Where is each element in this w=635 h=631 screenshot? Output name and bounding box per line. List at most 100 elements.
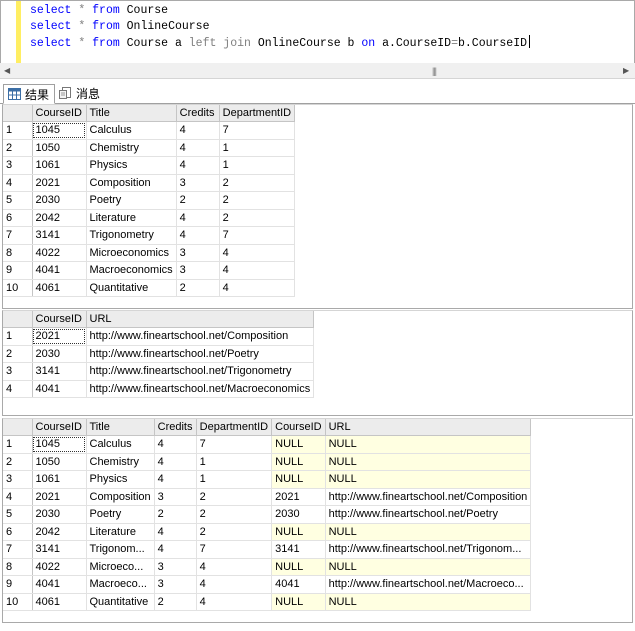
grid-cell[interactable]: 7 [196, 540, 273, 559]
table-row[interactable]: 3 1061 Physics 4 1 NULL NULL [3, 470, 532, 489]
column-header[interactable]: CourseID [32, 105, 87, 122]
grid-cell[interactable]: http://www.fineartschool.net/Poetry [325, 505, 532, 524]
scroll-right-arrow-icon[interactable]: ▶ [623, 66, 629, 75]
grid-cell[interactable]: 4 [196, 575, 273, 594]
grid-cell[interactable]: NULL [271, 523, 326, 541]
grid-cell[interactable]: 1 [219, 156, 296, 175]
grid-cell[interactable]: http://www.fineartschool.net/Composition [325, 488, 532, 506]
sql-editor[interactable]: select * from Course select * from Online… [0, 0, 635, 64]
column-header[interactable]: Credits [176, 105, 220, 122]
row-number-header[interactable] [3, 311, 33, 328]
grid-cell[interactable]: 1045 [32, 121, 87, 140]
table-row[interactable]: 3 1061 Physics 4 1 [3, 156, 296, 175]
grid-cell[interactable]: Chemistry [86, 453, 155, 471]
row-number[interactable]: 3 [3, 362, 33, 381]
column-header[interactable]: Title [86, 419, 155, 436]
grid-cell[interactable]: 1050 [32, 453, 87, 471]
grid-cell[interactable]: 2030 [32, 345, 87, 363]
grid-cell[interactable]: NULL [271, 558, 326, 576]
tab-results[interactable]: 结果 [3, 84, 56, 104]
grid-cell[interactable]: NULL [325, 453, 532, 471]
table-row[interactable]: 10 4061 Quantitative 2 4 NULL NULL [3, 593, 532, 611]
sql-code[interactable]: select * from Course select * from Online… [30, 3, 530, 52]
grid-cell[interactable]: 4022 [32, 244, 87, 262]
grid-cell[interactable]: 4 [219, 261, 296, 280]
table-row[interactable]: 4 2021 Composition 3 2 2021 http://www.fineart… [3, 488, 532, 506]
grid-cell[interactable]: 2 [154, 505, 197, 524]
grid-cell[interactable]: Microeconomics [86, 244, 177, 262]
grid-cell[interactable]: 4022 [32, 558, 87, 576]
grid-cell[interactable]: NULL [325, 470, 532, 489]
row-number[interactable]: 1 [3, 121, 33, 140]
result-grid-left-join[interactable]: CourseID Title Credits DepartmentID Cour… [2, 418, 633, 623]
grid-cell[interactable]: 3 [154, 558, 197, 576]
grid-cell[interactable]: 4061 [32, 593, 87, 611]
table-row[interactable]: 8 4022 Microeco... 3 4 NULL NULL [3, 558, 532, 576]
grid-cell[interactable]: NULL [325, 523, 532, 541]
row-number[interactable]: 9 [3, 261, 33, 280]
grid-cell[interactable]: 3141 [32, 540, 87, 559]
grid-cell[interactable]: 2 [196, 523, 273, 541]
grid-cell[interactable]: Trigonometry [86, 226, 177, 245]
grid-cell[interactable]: 4 [176, 121, 220, 140]
grid-cell[interactable]: NULL [325, 435, 532, 454]
row-number[interactable]: 6 [3, 209, 33, 227]
grid-cell[interactable]: http://www.fineartschool.net/Macroeco... [325, 575, 532, 594]
grid-cell[interactable]: 3141 [271, 540, 326, 559]
grid-cell[interactable]: Quantitative [86, 593, 155, 611]
table-row[interactable]: 1 1045 Calculus 4 7 [3, 121, 296, 140]
grid-cell[interactable]: http://www.fineartschool.net/Trigonom... [325, 540, 532, 559]
grid-cell[interactable]: 2042 [32, 209, 87, 227]
table-row[interactable]: 7 3141 Trigonometry 4 7 [3, 226, 296, 245]
grid-cell[interactable]: 2021 [271, 488, 326, 506]
row-number-header[interactable] [3, 419, 33, 436]
grid-cell[interactable]: 1061 [32, 470, 87, 489]
grid-cell[interactable]: Physics [86, 470, 155, 489]
grid-cell[interactable]: 2 [196, 488, 273, 506]
column-header[interactable]: DepartmentID [219, 105, 296, 122]
column-header[interactable]: CourseID [32, 419, 87, 436]
tab-messages[interactable]: 消息 [55, 84, 105, 102]
table-row[interactable]: 6 2042 Literature 4 2 NULL NULL [3, 523, 532, 541]
grid-cell[interactable]: 2 [219, 209, 296, 227]
row-number[interactable]: 3 [3, 156, 33, 175]
grid-cell[interactable]: 2 [176, 279, 220, 297]
grid-cell[interactable]: 2021 [32, 174, 87, 192]
row-number[interactable]: 5 [3, 505, 33, 524]
grid-cell[interactable]: 2021 [32, 327, 87, 346]
grid-cell[interactable]: 3141 [32, 226, 87, 245]
table-row[interactable]: 6 2042 Literature 4 2 [3, 209, 296, 227]
grid-cell[interactable]: 4 [154, 453, 197, 471]
table-row[interactable]: 4 4041 http://www.fineartschool.net/Macroe… [3, 380, 315, 398]
table-row[interactable]: 4 2021 Composition 3 2 [3, 174, 296, 192]
column-header[interactable]: URL [86, 311, 315, 328]
grid-cell[interactable]: http://www.fineartschool.net/Composition [86, 327, 315, 346]
table-row[interactable]: 9 4041 Macroeconomics 3 4 [3, 261, 296, 280]
row-number[interactable]: 2 [3, 139, 33, 157]
row-number[interactable]: 1 [3, 327, 33, 346]
grid-cell[interactable]: Poetry [86, 191, 177, 210]
table-row[interactable]: 1 2021 http://www.fineartschool.net/Compos… [3, 327, 315, 346]
grid-cell[interactable]: 2042 [32, 523, 87, 541]
result-grid-onlinecourse[interactable]: CourseID URL 1 2021 http://www.fineartscho… [2, 310, 633, 416]
grid-cell[interactable]: 1 [219, 139, 296, 157]
table-row[interactable]: 10 4061 Quantitative 2 4 [3, 279, 296, 297]
grid-cell[interactable]: 3 [176, 244, 220, 262]
result-grid-course[interactable]: CourseID Title Credits DepartmentID 1 104… [2, 104, 633, 309]
grid-cell[interactable]: 4041 [32, 575, 87, 594]
grid-cell[interactable]: 4041 [271, 575, 326, 594]
grid-cell[interactable]: 1050 [32, 139, 87, 157]
scrollbar-grip-icon[interactable]: ||| [432, 66, 437, 76]
grid-cell[interactable]: 1 [196, 453, 273, 471]
table-row[interactable]: 2 1050 Chemistry 4 1 NULL NULL [3, 453, 532, 471]
grid-cell[interactable]: 3 [154, 575, 197, 594]
grid-cell[interactable]: 2021 [32, 488, 87, 506]
grid-cell[interactable]: 4041 [32, 261, 87, 280]
grid-cell[interactable]: 7 [219, 226, 296, 245]
grid-cell[interactable]: 4 [196, 558, 273, 576]
grid-cell[interactable]: 4 [154, 470, 197, 489]
grid-cell[interactable]: 4 [154, 523, 197, 541]
grid-cell[interactable]: 3 [176, 174, 220, 192]
scroll-left-arrow-icon[interactable]: ◀ [4, 66, 10, 75]
grid-cell[interactable]: 2 [176, 191, 220, 210]
